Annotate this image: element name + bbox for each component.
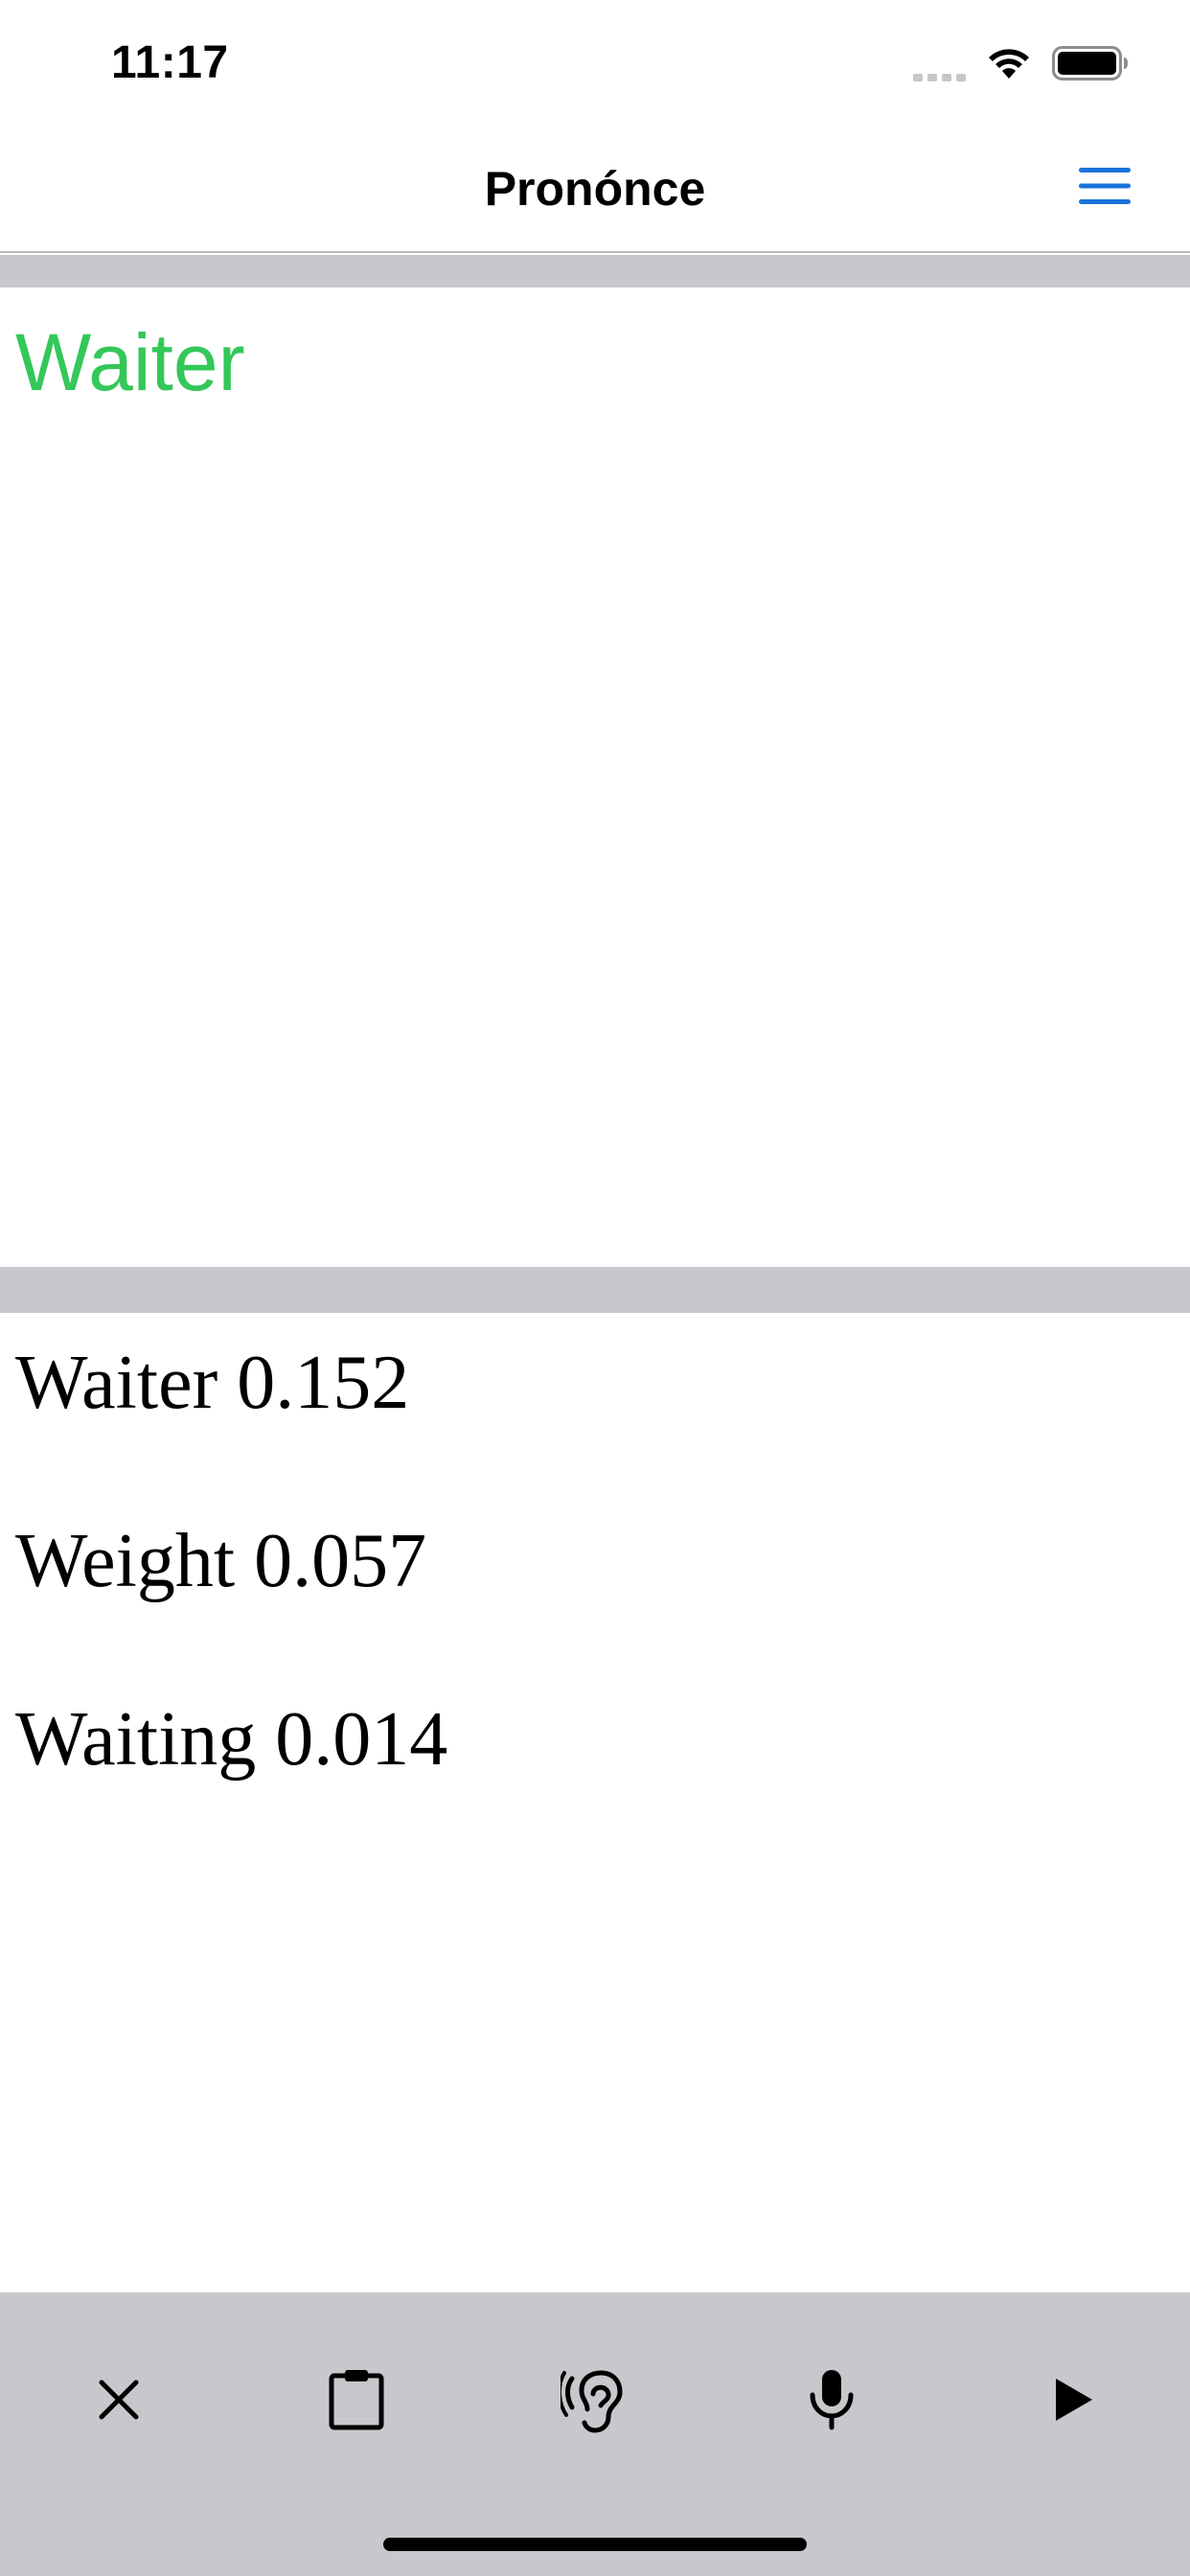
status-time: 11:17 bbox=[111, 37, 229, 88]
recognition-results: Waiter 0.152 Weight 0.057 Waiting 0.014 bbox=[0, 1313, 1190, 2292]
app-screen: 11:17 Pronónce Waiter Waiter 0.152 Weigh… bbox=[0, 0, 1190, 2576]
play-button[interactable] bbox=[1025, 2352, 1121, 2448]
microphone-icon bbox=[810, 2370, 854, 2430]
status-bar: 11:17 bbox=[0, 0, 1190, 126]
ear-listen-icon bbox=[561, 2370, 623, 2433]
clear-button[interactable] bbox=[71, 2352, 167, 2448]
close-icon bbox=[99, 2380, 139, 2420]
home-indicator[interactable] bbox=[383, 2538, 807, 2551]
record-button[interactable] bbox=[784, 2352, 880, 2448]
middle-divider bbox=[0, 1267, 1190, 1313]
paste-button[interactable] bbox=[309, 2352, 404, 2448]
play-icon bbox=[1056, 2379, 1092, 2421]
result-item: Weight 0.057 bbox=[15, 1519, 427, 1603]
result-item: Waiting 0.014 bbox=[15, 1697, 448, 1782]
wifi-icon bbox=[989, 49, 1029, 79]
cellular-signal-icon bbox=[913, 66, 966, 81]
hamburger-menu-icon bbox=[1079, 168, 1131, 204]
battery-icon bbox=[1052, 46, 1128, 80]
status-icons bbox=[913, 42, 1129, 84]
menu-button[interactable] bbox=[1077, 165, 1133, 207]
result-item: Waiter 0.152 bbox=[15, 1341, 410, 1425]
bottom-toolbar bbox=[0, 2292, 1190, 2576]
target-word[interactable]: Waiter bbox=[15, 316, 245, 409]
word-input-area[interactable]: Waiter bbox=[0, 288, 1190, 1267]
clipboard-icon bbox=[329, 2370, 384, 2430]
page-title: Pronónce bbox=[484, 162, 706, 216]
top-divider bbox=[0, 255, 1190, 288]
listen-button[interactable] bbox=[546, 2352, 642, 2448]
navigation-bar: Pronónce bbox=[0, 126, 1190, 253]
